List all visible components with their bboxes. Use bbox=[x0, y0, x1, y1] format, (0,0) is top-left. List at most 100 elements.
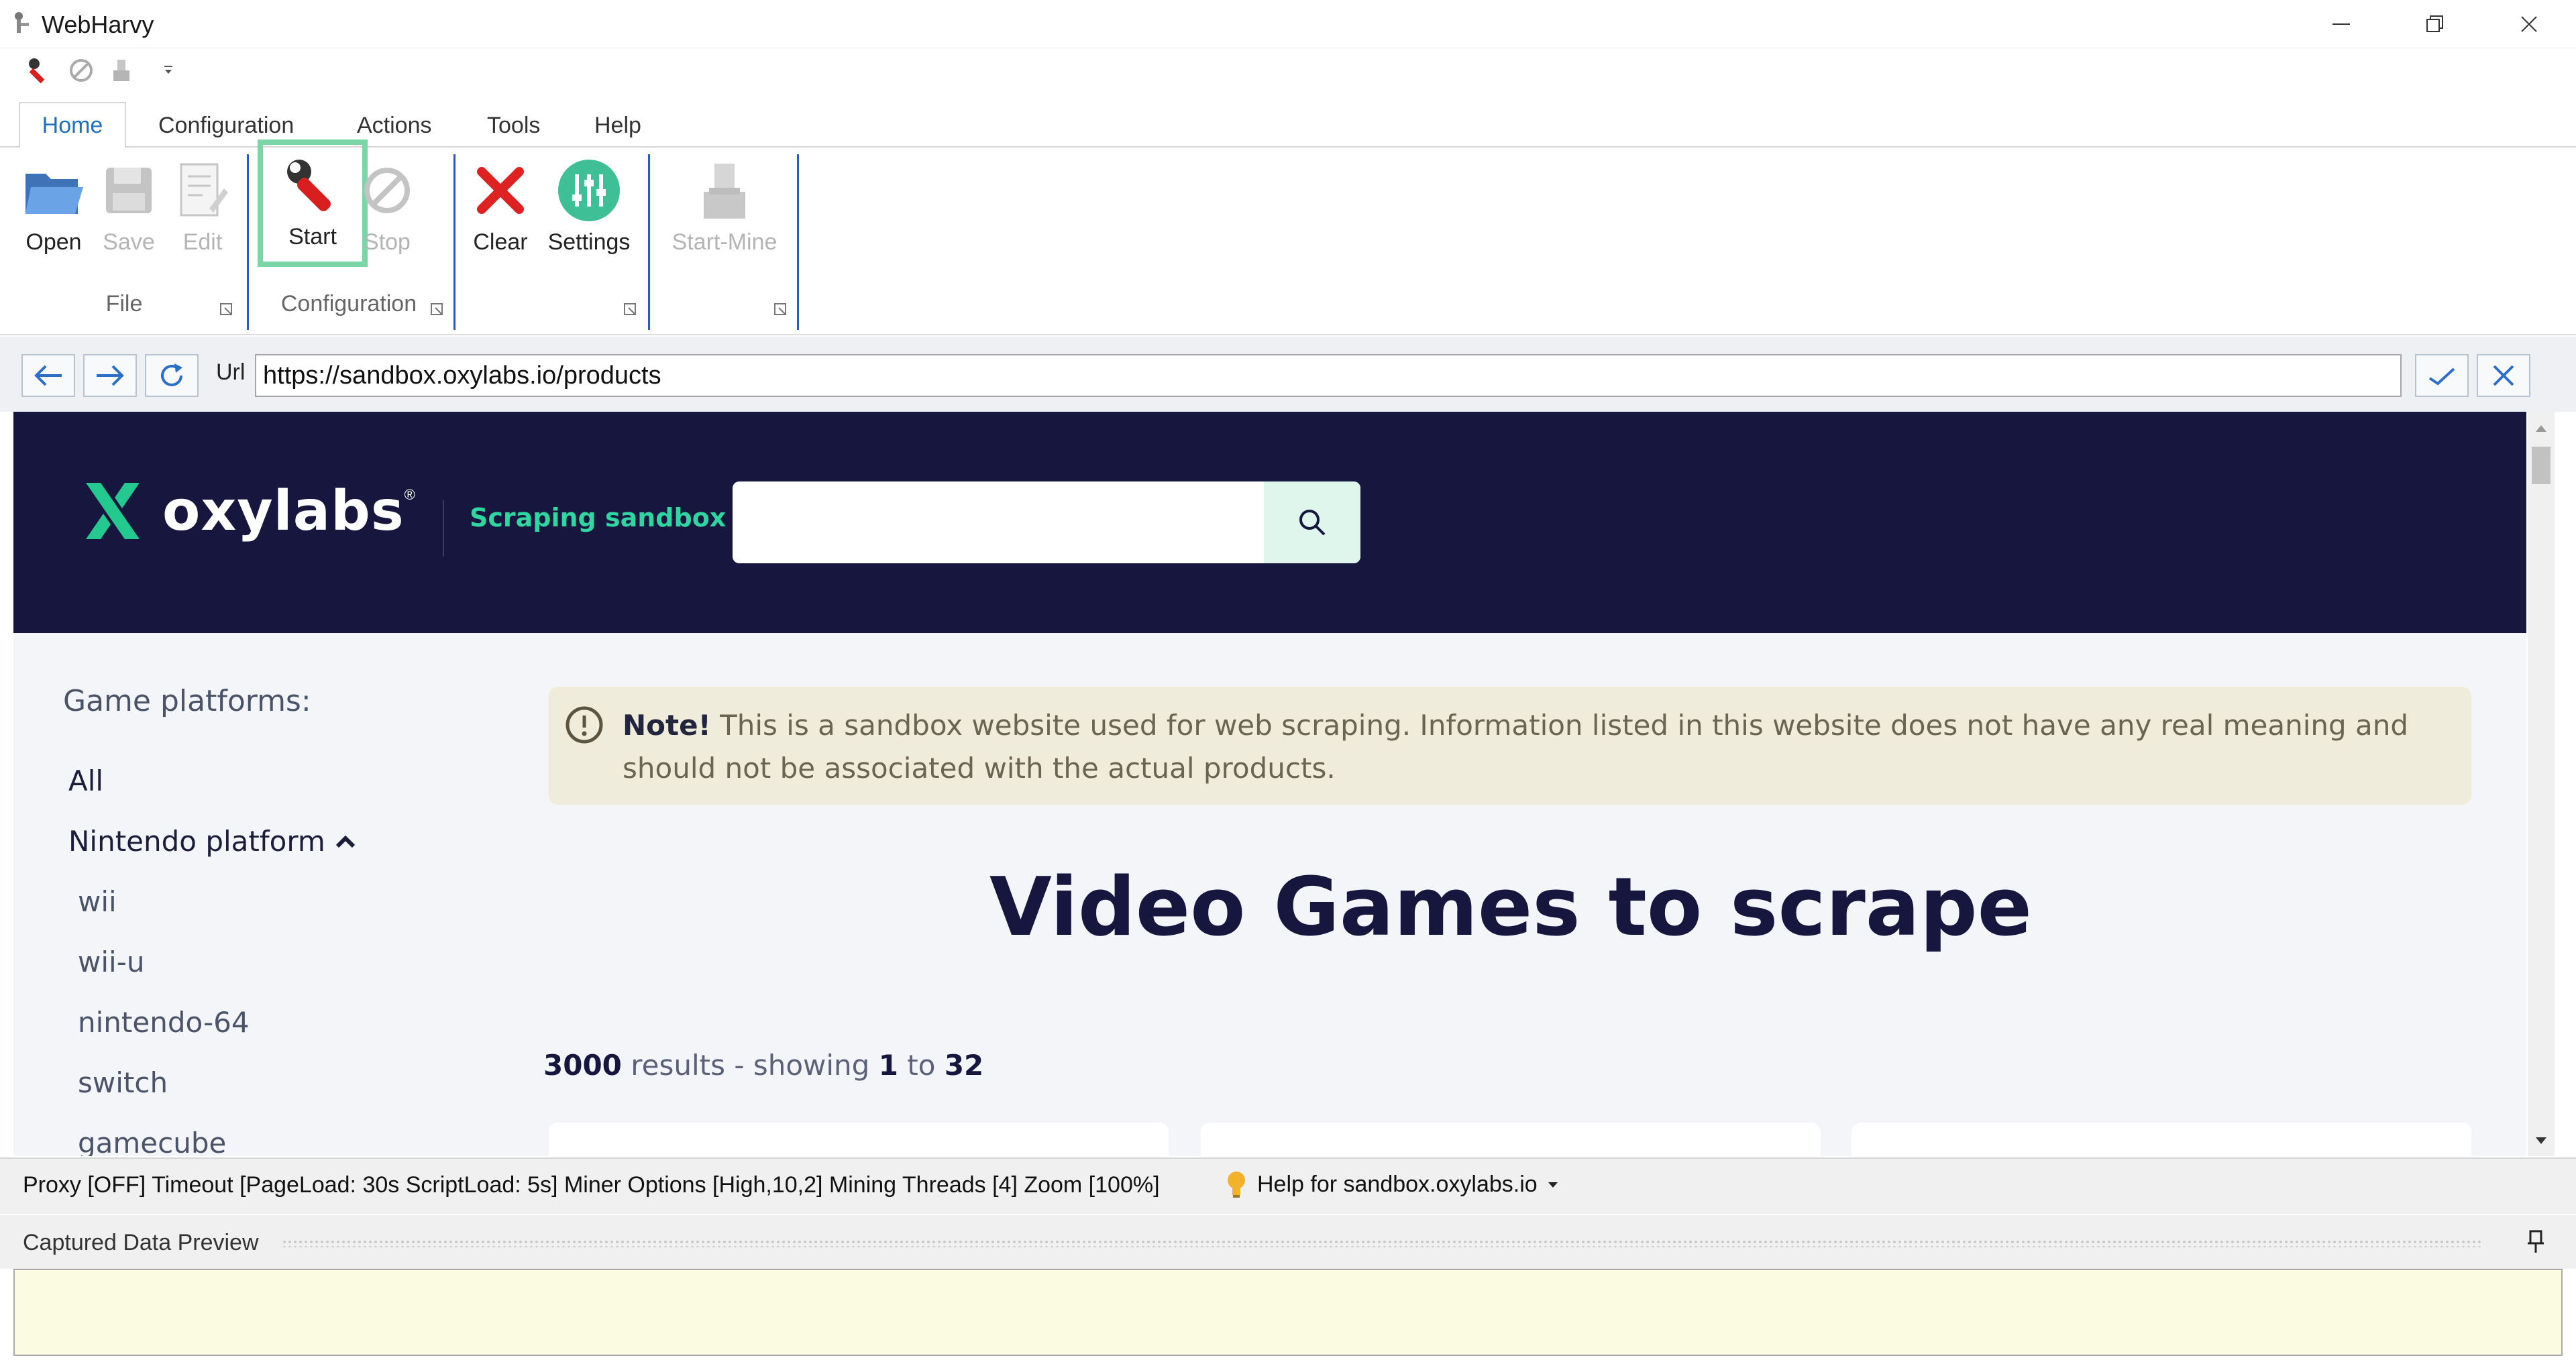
platform-all-link[interactable]: All bbox=[68, 764, 103, 797]
qat-start-button[interactable] bbox=[24, 54, 58, 87]
results-total: 3000 bbox=[543, 1049, 622, 1082]
stop-loading-button[interactable] bbox=[2477, 354, 2530, 397]
edit-button[interactable]: Edit bbox=[162, 157, 243, 271]
close-icon bbox=[2493, 365, 2514, 386]
nintendo-platform-toggle[interactable]: Nintendo platform bbox=[68, 825, 358, 858]
scroll-thumb[interactable] bbox=[2532, 447, 2551, 484]
go-button[interactable] bbox=[2415, 354, 2469, 397]
edit-icon bbox=[180, 163, 228, 217]
product-card[interactable] bbox=[549, 1123, 1169, 1156]
arrow-left-icon bbox=[34, 365, 62, 386]
settings-label: Settings bbox=[547, 229, 631, 255]
browser-view: oxylabs ® Scraping sandbox Game platform… bbox=[13, 412, 2526, 1156]
title-bar: WebHarvy bbox=[0, 0, 2576, 48]
browser-scrollbar[interactable] bbox=[2528, 412, 2555, 1156]
back-button[interactable] bbox=[21, 354, 75, 397]
clear-button[interactable]: Clear bbox=[460, 157, 541, 271]
wrench-icon bbox=[29, 58, 45, 84]
settings-button[interactable]: Settings bbox=[545, 157, 633, 271]
restore-icon bbox=[2426, 15, 2443, 32]
minimize-button[interactable] bbox=[2294, 0, 2388, 48]
save-icon bbox=[106, 168, 152, 213]
captured-data-preview-area[interactable] bbox=[13, 1269, 2563, 1356]
quick-access-toolbar bbox=[0, 48, 2576, 94]
wrench-icon bbox=[287, 160, 331, 211]
results-summary: 3000 results - showing 1 to 32 bbox=[543, 1049, 983, 1082]
configuration-group-launcher-icon[interactable] bbox=[429, 302, 445, 318]
tab-home[interactable]: Home bbox=[19, 102, 126, 149]
page-title: Video Games to scrape bbox=[989, 861, 2033, 954]
captured-data-preview-header: Captured Data Preview bbox=[0, 1215, 2576, 1269]
help-label: Help for sandbox.oxylabs.io bbox=[1257, 1171, 1538, 1197]
site-search-button[interactable] bbox=[1264, 481, 1360, 563]
file-group-label: File bbox=[105, 291, 143, 317]
save-button[interactable]: Save bbox=[89, 157, 169, 271]
chevron-up-icon bbox=[335, 835, 355, 848]
stop-icon bbox=[70, 59, 93, 82]
open-button[interactable]: Open bbox=[13, 157, 94, 271]
note-text: Note! This is a sandbox website used for… bbox=[623, 704, 2434, 790]
folder-open-icon bbox=[25, 174, 83, 214]
pin-icon[interactable] bbox=[2522, 1229, 2549, 1255]
note-message: This is a sandbox website used for web s… bbox=[623, 709, 2409, 785]
site-header: oxylabs ® Scraping sandbox bbox=[13, 412, 2526, 633]
open-label: Open bbox=[25, 229, 82, 255]
mine-icon bbox=[113, 60, 129, 81]
platform-link-switch[interactable]: switch bbox=[78, 1066, 168, 1099]
mine-icon bbox=[704, 164, 745, 219]
url-input[interactable] bbox=[255, 354, 2402, 397]
chevron-down-icon bbox=[164, 66, 172, 74]
qat-mine-button[interactable] bbox=[105, 54, 138, 87]
start-mine-button[interactable]: Start-Mine bbox=[664, 157, 785, 271]
save-label: Save bbox=[103, 229, 155, 255]
status-text[interactable]: Proxy [OFF] Timeout [PageLoad: 30s Scrip… bbox=[23, 1172, 1160, 1198]
note-label: Note! bbox=[623, 709, 711, 742]
refresh-button[interactable] bbox=[145, 354, 199, 397]
search-icon bbox=[1299, 510, 1326, 536]
group-separator bbox=[453, 154, 455, 330]
mine-group-launcher-icon[interactable] bbox=[773, 302, 789, 318]
platform-link-wii-u[interactable]: wii-u bbox=[78, 946, 144, 978]
group-separator bbox=[648, 154, 650, 330]
ribbon: Open Save Edit File Start Stop Configura… bbox=[0, 139, 2576, 335]
stop-button[interactable]: Stop bbox=[350, 157, 424, 271]
captured-data-preview-title: Captured Data Preview bbox=[23, 1230, 259, 1255]
minimize-icon bbox=[2332, 23, 2350, 25]
start-label: Start bbox=[288, 224, 337, 249]
tab-help[interactable]: Help bbox=[577, 102, 659, 149]
ribbon-tabs: Home Configuration Actions Tools Help bbox=[0, 94, 2576, 149]
platform-link-nintendo-64[interactable]: nintendo-64 bbox=[78, 1006, 250, 1039]
close-window-button[interactable] bbox=[2482, 0, 2576, 48]
nintendo-platform-label: Nintendo platform bbox=[68, 825, 325, 858]
qat-customize-button[interactable] bbox=[152, 54, 185, 87]
scroll-up-icon[interactable] bbox=[2528, 414, 2555, 441]
scraping-sandbox-label: Scraping sandbox bbox=[470, 503, 727, 532]
webharvy-app-icon bbox=[15, 12, 29, 33]
oxylabs-logo[interactable]: oxylabs ® bbox=[80, 479, 415, 543]
file-group-launcher-icon[interactable] bbox=[219, 302, 235, 318]
oxylabs-x-icon bbox=[86, 483, 140, 539]
qat-stop-button[interactable] bbox=[64, 54, 98, 87]
scroll-down-icon[interactable] bbox=[2528, 1127, 2555, 1153]
url-label: Url bbox=[216, 359, 246, 385]
product-card[interactable] bbox=[1851, 1123, 2471, 1156]
logo-registered-mark: ® bbox=[404, 486, 415, 503]
product-card[interactable] bbox=[1201, 1123, 1821, 1156]
address-bar: Url bbox=[0, 337, 2576, 412]
actions-group-launcher-icon[interactable] bbox=[623, 302, 639, 318]
help-dropdown[interactable]: Help for sandbox.oxylabs.io bbox=[1225, 1170, 1560, 1199]
site-search-box bbox=[733, 481, 1360, 563]
alert-circle-icon bbox=[566, 706, 603, 744]
platform-link-wii[interactable]: wii bbox=[78, 885, 117, 918]
restore-button[interactable] bbox=[2388, 0, 2482, 48]
arrow-right-icon bbox=[97, 365, 124, 386]
forward-button[interactable] bbox=[83, 354, 137, 397]
settings-sliders-icon bbox=[558, 160, 620, 221]
results-label: results - showing bbox=[631, 1049, 870, 1082]
results-from: 1 bbox=[878, 1049, 898, 1082]
stop-icon bbox=[364, 168, 410, 213]
platforms-heading: Game platforms: bbox=[63, 684, 311, 718]
platform-link-gamecube[interactable]: gamecube bbox=[78, 1127, 226, 1156]
tab-tools[interactable]: Tools bbox=[470, 102, 557, 149]
clear-label: Clear bbox=[473, 229, 528, 255]
